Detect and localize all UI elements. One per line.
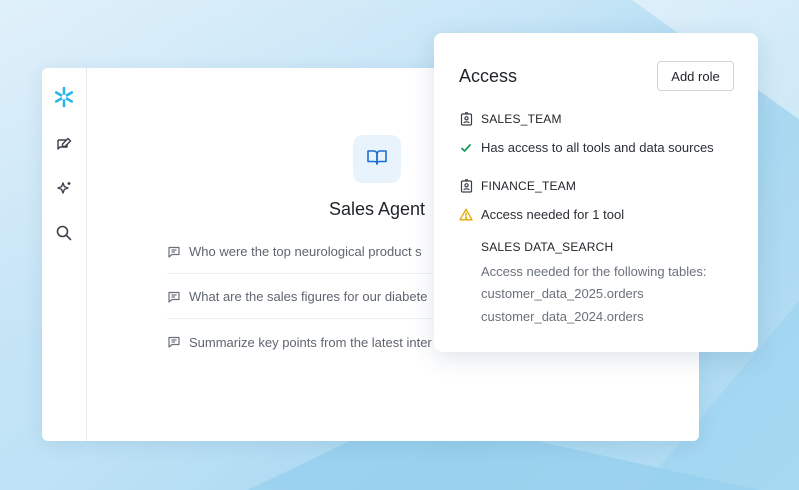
detail-text: Access needed for the following tables: [481, 264, 707, 279]
snowflake-logo-icon[interactable] [53, 86, 75, 108]
id-badge-icon [459, 179, 473, 193]
book-icon [366, 146, 388, 173]
table-name: customer_data_2024.orders [481, 309, 644, 324]
sparkle-icon[interactable] [53, 178, 75, 200]
chat-bubble-icon [168, 336, 180, 348]
suggested-prompt[interactable]: Summarize key points from the latest int… [167, 320, 432, 364]
suggested-prompt[interactable]: Who were the top neurological product s [167, 230, 432, 274]
search-icon[interactable] [53, 222, 75, 244]
sidebar-rail [42, 68, 87, 441]
table-name: customer_data_2025.orders [481, 286, 644, 301]
role-status: Access needed for 1 tool [459, 207, 624, 222]
prompt-text: What are the sales figures for our diabe… [189, 289, 428, 304]
access-title: Access [459, 66, 518, 86]
warning-icon [459, 208, 473, 222]
agent-avatar [353, 135, 401, 183]
add-role-button[interactable]: Add role [657, 61, 734, 91]
prompt-text: Who were the top neurological product s [189, 244, 422, 259]
role-row-sales-team[interactable]: SALES_TEAM [459, 112, 562, 126]
role-status: Has access to all tools and data sources [459, 140, 714, 155]
suggested-prompt[interactable]: What are the sales figures for our diabe… [167, 275, 432, 319]
new-chat-icon[interactable] [53, 134, 75, 156]
tool-name: SALES DATA_SEARCH [481, 240, 614, 254]
role-row-finance-team[interactable]: FINANCE_TEAM [459, 179, 576, 193]
status-text: Access needed for 1 tool [481, 207, 625, 222]
id-badge-icon [459, 112, 473, 126]
role-name: SALES_TEAM [481, 112, 562, 126]
chat-bubble-icon [168, 291, 180, 303]
check-icon [459, 141, 473, 155]
role-name: FINANCE_TEAM [481, 179, 577, 193]
status-text: Has access to all tools and data sources [481, 140, 714, 155]
prompt-text: Summarize key points from the latest int… [189, 334, 432, 350]
chat-bubble-icon [168, 246, 180, 258]
access-popover: Access Add role SALES_TEAM Has access to… [434, 33, 758, 352]
